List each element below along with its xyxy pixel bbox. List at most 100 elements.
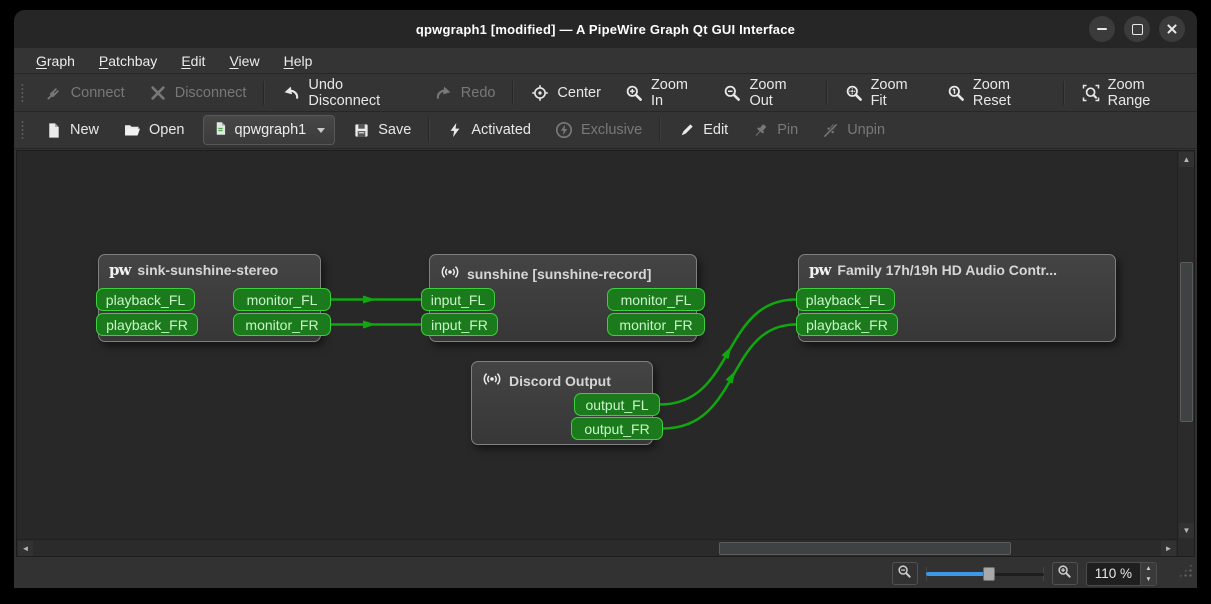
- activated-button[interactable]: Activated: [435, 115, 543, 145]
- node-title: sunshine [sunshine-record]: [467, 265, 652, 282]
- exclusive-lightning-icon: [555, 121, 573, 139]
- zoom-in-button[interactable]: Zoom In: [613, 77, 712, 109]
- scroll-up-icon[interactable]: ▲: [1179, 152, 1194, 167]
- minimize-icon: [1097, 28, 1107, 30]
- menu-view[interactable]: View: [219, 50, 269, 72]
- menu-graph[interactable]: Graph: [26, 50, 85, 72]
- node-title: Discord Output: [509, 372, 611, 389]
- center-button[interactable]: Center: [519, 78, 613, 108]
- port-sink-monitor-fl[interactable]: monitor_FL: [233, 288, 331, 311]
- window-title: qpwgraph1 [modified] — A PipeWire Graph …: [415, 21, 796, 37]
- edit-button[interactable]: Edit: [666, 115, 740, 145]
- exclusive-button[interactable]: Exclusive: [543, 115, 654, 145]
- disconnect-button[interactable]: Disconnect: [137, 78, 259, 108]
- redo-button[interactable]: Redo: [423, 78, 508, 108]
- minimize-button[interactable]: [1089, 16, 1115, 42]
- broadcast-icon: [482, 369, 502, 392]
- vertical-scrollbar-thumb[interactable]: [1180, 262, 1193, 422]
- scrollbar-corner: [1177, 539, 1194, 556]
- vertical-scrollbar[interactable]: ▲ ▼: [1177, 151, 1194, 539]
- pipewire-icon: pw: [809, 261, 831, 279]
- connect-icon: [45, 84, 63, 102]
- chevron-down-icon: [317, 127, 326, 133]
- save-icon: [353, 122, 370, 139]
- undo-disconnect-button[interactable]: Undo Disconnect: [270, 77, 422, 109]
- zoom-fit-button[interactable]: Zoom Fit: [833, 77, 935, 109]
- open-button[interactable]: Open: [111, 115, 196, 145]
- pin-icon: [752, 122, 769, 139]
- app-window: qpwgraph1 [modified] — A PipeWire Graph …: [14, 10, 1197, 588]
- toolbar-drag-handle[interactable]: [20, 119, 25, 141]
- zoom-level-value: 110 %: [1094, 566, 1132, 581]
- toolbar-separator: [263, 80, 266, 105]
- connect-button[interactable]: Connect: [33, 78, 137, 108]
- menu-help[interactable]: Help: [274, 50, 323, 72]
- zoom-slider-handle[interactable]: [982, 566, 995, 581]
- zoom-reset-button[interactable]: Zoom Reset: [935, 77, 1058, 109]
- menu-edit[interactable]: Edit: [171, 50, 215, 72]
- port-discord-output-fr[interactable]: output_FR: [571, 417, 663, 440]
- zoom-level-spinbox[interactable]: 110 % ▲ ▼: [1085, 561, 1157, 586]
- zoom-fit-icon: [845, 84, 863, 102]
- desktop: { "titlebar": { "title": "qpwgraph1 [mod…: [0, 0, 1211, 604]
- new-button[interactable]: New: [33, 115, 111, 145]
- titlebar[interactable]: qpwgraph1 [modified] — A PipeWire Graph …: [14, 10, 1197, 48]
- port-sink-monitor-fr[interactable]: monitor_FR: [233, 313, 331, 336]
- zoom-out-icon: [897, 564, 912, 584]
- statusbar-zoom-in-button[interactable]: [1051, 562, 1078, 585]
- toolbar-separator: [1062, 80, 1065, 105]
- zoom-range-icon: [1082, 84, 1100, 102]
- zoom-reset-icon: [947, 84, 965, 102]
- menubar: Graph Patchbay Edit View Help: [14, 48, 1197, 74]
- statusbar-zoom-out-button[interactable]: [891, 562, 918, 585]
- scroll-down-icon[interactable]: ▼: [1179, 523, 1194, 538]
- zoom-slider[interactable]: [925, 565, 1044, 583]
- zoom-out-button[interactable]: Zoom Out: [711, 77, 820, 109]
- zoom-out-icon: [723, 84, 741, 102]
- port-sunshine-monitor-fr[interactable]: monitor_FR: [607, 313, 705, 336]
- patchbay-toolbar: New Open qpwgraph1 Save Activated Exclus…: [14, 112, 1197, 149]
- zoom-in-icon: [625, 84, 643, 102]
- maximize-icon: [1131, 23, 1143, 35]
- close-button[interactable]: [1159, 16, 1185, 42]
- graph-canvas[interactable]: pw sink-sunshine-stereo playback_FL play…: [17, 151, 1177, 539]
- pencil-icon: [678, 122, 695, 139]
- save-button[interactable]: Save: [341, 115, 423, 145]
- port-sunshine-input-fl[interactable]: input_FL: [421, 288, 495, 311]
- pin-button[interactable]: Pin: [740, 115, 810, 145]
- port-discord-output-fl[interactable]: output_FL: [574, 393, 660, 416]
- port-family-playback-fl[interactable]: playback_FL: [796, 288, 895, 311]
- node-title: Family 17h/19h HD Audio Contr...: [837, 262, 1058, 278]
- center-icon: [531, 84, 549, 102]
- port-family-playback-fr[interactable]: playback_FR: [796, 313, 898, 336]
- spin-down-icon[interactable]: ▼: [1141, 574, 1156, 585]
- scroll-left-icon[interactable]: ◄: [18, 541, 33, 556]
- menu-patchbay[interactable]: Patchbay: [89, 50, 167, 72]
- port-sunshine-input-fr[interactable]: input_FR: [421, 313, 498, 336]
- spin-up-icon[interactable]: ▲: [1141, 563, 1156, 574]
- broadcast-icon: [440, 262, 460, 285]
- port-sink-playback-fr[interactable]: playback_FR: [96, 313, 198, 336]
- horizontal-scrollbar[interactable]: ◄ ►: [17, 539, 1177, 556]
- patchbay-select[interactable]: qpwgraph1: [202, 115, 336, 145]
- toolbar-drag-handle[interactable]: [20, 81, 25, 104]
- node-title: sink-sunshine-stereo: [137, 262, 279, 278]
- toolbar-separator: [512, 80, 515, 105]
- lightning-icon: [447, 122, 463, 138]
- horizontal-scrollbar-thumb[interactable]: [719, 542, 1011, 555]
- close-icon: [1166, 23, 1178, 35]
- unpin-icon: [822, 122, 839, 139]
- open-folder-icon: [123, 121, 141, 139]
- port-sunshine-monitor-fl[interactable]: monitor_FL: [607, 288, 705, 311]
- scroll-right-icon[interactable]: ►: [1161, 541, 1176, 556]
- toolbar-separator: [428, 118, 431, 142]
- graph-toolbar: Connect Disconnect Undo Disconnect Redo …: [14, 74, 1197, 112]
- unpin-button[interactable]: Unpin: [810, 115, 897, 145]
- pipewire-icon: pw: [109, 261, 131, 279]
- toolbar-separator: [659, 118, 662, 142]
- statusbar: 110 % ▲ ▼: [14, 559, 1197, 588]
- port-sink-playback-fl[interactable]: playback_FL: [96, 288, 195, 311]
- maximize-button[interactable]: [1124, 16, 1150, 42]
- redo-icon: [435, 84, 453, 102]
- zoom-range-button[interactable]: Zoom Range: [1070, 77, 1197, 109]
